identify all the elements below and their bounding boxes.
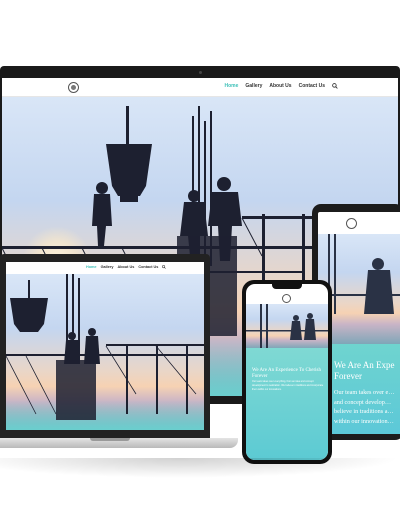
phone-hero-body: Our team takes over everything, from an … — [252, 380, 324, 392]
phone-site-logo[interactable] — [282, 294, 291, 303]
site-logo[interactable] — [68, 82, 79, 93]
nav-gallery[interactable]: Gallery — [245, 83, 262, 91]
laptop-hero-image — [6, 274, 204, 430]
phone-hero-image — [246, 304, 328, 348]
site-header: Home Gallery About Us Contact Us — [2, 78, 398, 97]
phone-hero-heading: We Are An Experience To Cherish Forever — [252, 368, 321, 380]
device-mockup-showcase: Home Gallery About Us Contact Us Home Ga… — [0, 0, 400, 516]
phone-screen: We Are An Experience To Cherish Forever … — [246, 284, 328, 460]
laptop-nav-gallery[interactable]: Gallery — [101, 265, 114, 270]
nav-about-us[interactable]: About Us — [269, 83, 291, 91]
laptop-site-header: Home Gallery About Us Contact Us — [6, 262, 204, 274]
floor-shadow — [0, 458, 400, 478]
laptop: Home Gallery About Us Contact Us — [0, 254, 238, 454]
main-nav: Home Gallery About Us Contact Us — [224, 83, 338, 91]
tablet-hero-body: Our team takes over e… and concept devel… — [334, 389, 395, 425]
laptop-screen: Home Gallery About Us Contact Us — [6, 262, 204, 430]
nav-contact-us[interactable]: Contact Us — [299, 83, 325, 91]
laptop-search-icon[interactable] — [162, 265, 167, 270]
laptop-nav-contact-us[interactable]: Contact Us — [138, 265, 158, 270]
laptop-nav-about-us[interactable]: About Us — [117, 265, 134, 270]
smartphone: We Are An Experience To Cherish Forever … — [242, 280, 332, 464]
search-icon[interactable] — [332, 83, 338, 91]
nav-home[interactable]: Home — [224, 83, 238, 91]
tablet-hero-heading: We Are An Expe Forever — [334, 360, 395, 382]
phone-intro-panel — [246, 348, 328, 460]
laptop-main-nav: Home Gallery About Us Contact Us — [86, 265, 167, 270]
tablet-site-logo[interactable] — [346, 218, 357, 229]
laptop-nav-home[interactable]: Home — [86, 265, 97, 270]
webcam — [199, 71, 202, 74]
